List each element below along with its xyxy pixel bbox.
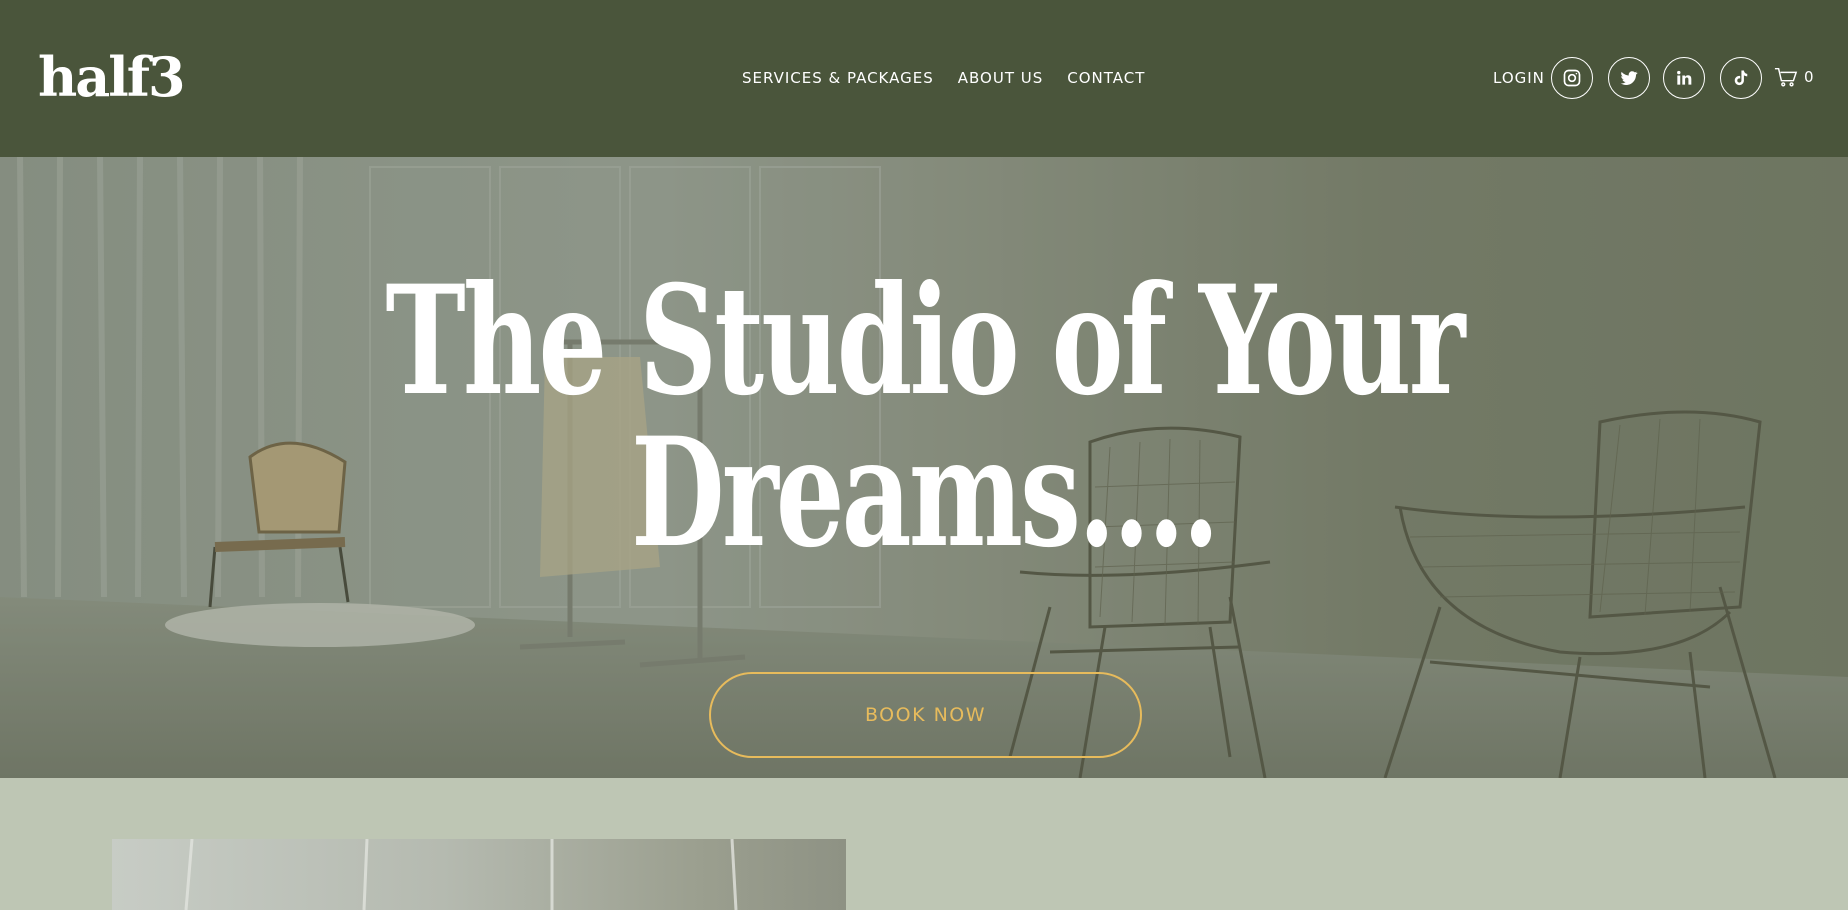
hero-title-line-2: Dreams.... (631, 405, 1220, 581)
linkedin-icon[interactable] (1663, 57, 1705, 99)
book-now-button[interactable]: BOOK NOW (709, 672, 1142, 758)
login-link[interactable]: LOGIN (1493, 68, 1545, 88)
site-header: half3 SERVICES & PACKAGES ABOUT US CONTA… (0, 0, 1848, 157)
twitter-icon[interactable] (1608, 57, 1650, 99)
nav-services-packages[interactable]: SERVICES & PACKAGES (742, 68, 934, 88)
cart-icon (1774, 67, 1798, 87)
hero-title: The Studio of Your Dreams.... (259, 265, 1590, 569)
hero-section: The Studio of Your Dreams.... BOOK NOW (0, 157, 1848, 778)
cart-link[interactable]: 0 (1774, 66, 1814, 88)
studio-preview-graphic (184, 839, 738, 910)
instagram-icon[interactable] (1551, 57, 1593, 99)
cart-count: 0 (1804, 68, 1814, 86)
book-now-label: BOOK NOW (864, 704, 987, 726)
nav-about-us[interactable]: ABOUT US (958, 68, 1044, 88)
site-logo[interactable]: half3 (38, 46, 186, 108)
tiktok-icon[interactable] (1720, 57, 1762, 99)
studio-preview-image (112, 839, 846, 910)
nav-contact[interactable]: CONTACT (1067, 68, 1145, 88)
main-nav: SERVICES & PACKAGES ABOUT US CONTACT (742, 68, 1169, 88)
hero-title-line-1: The Studio of Your (385, 253, 1465, 429)
